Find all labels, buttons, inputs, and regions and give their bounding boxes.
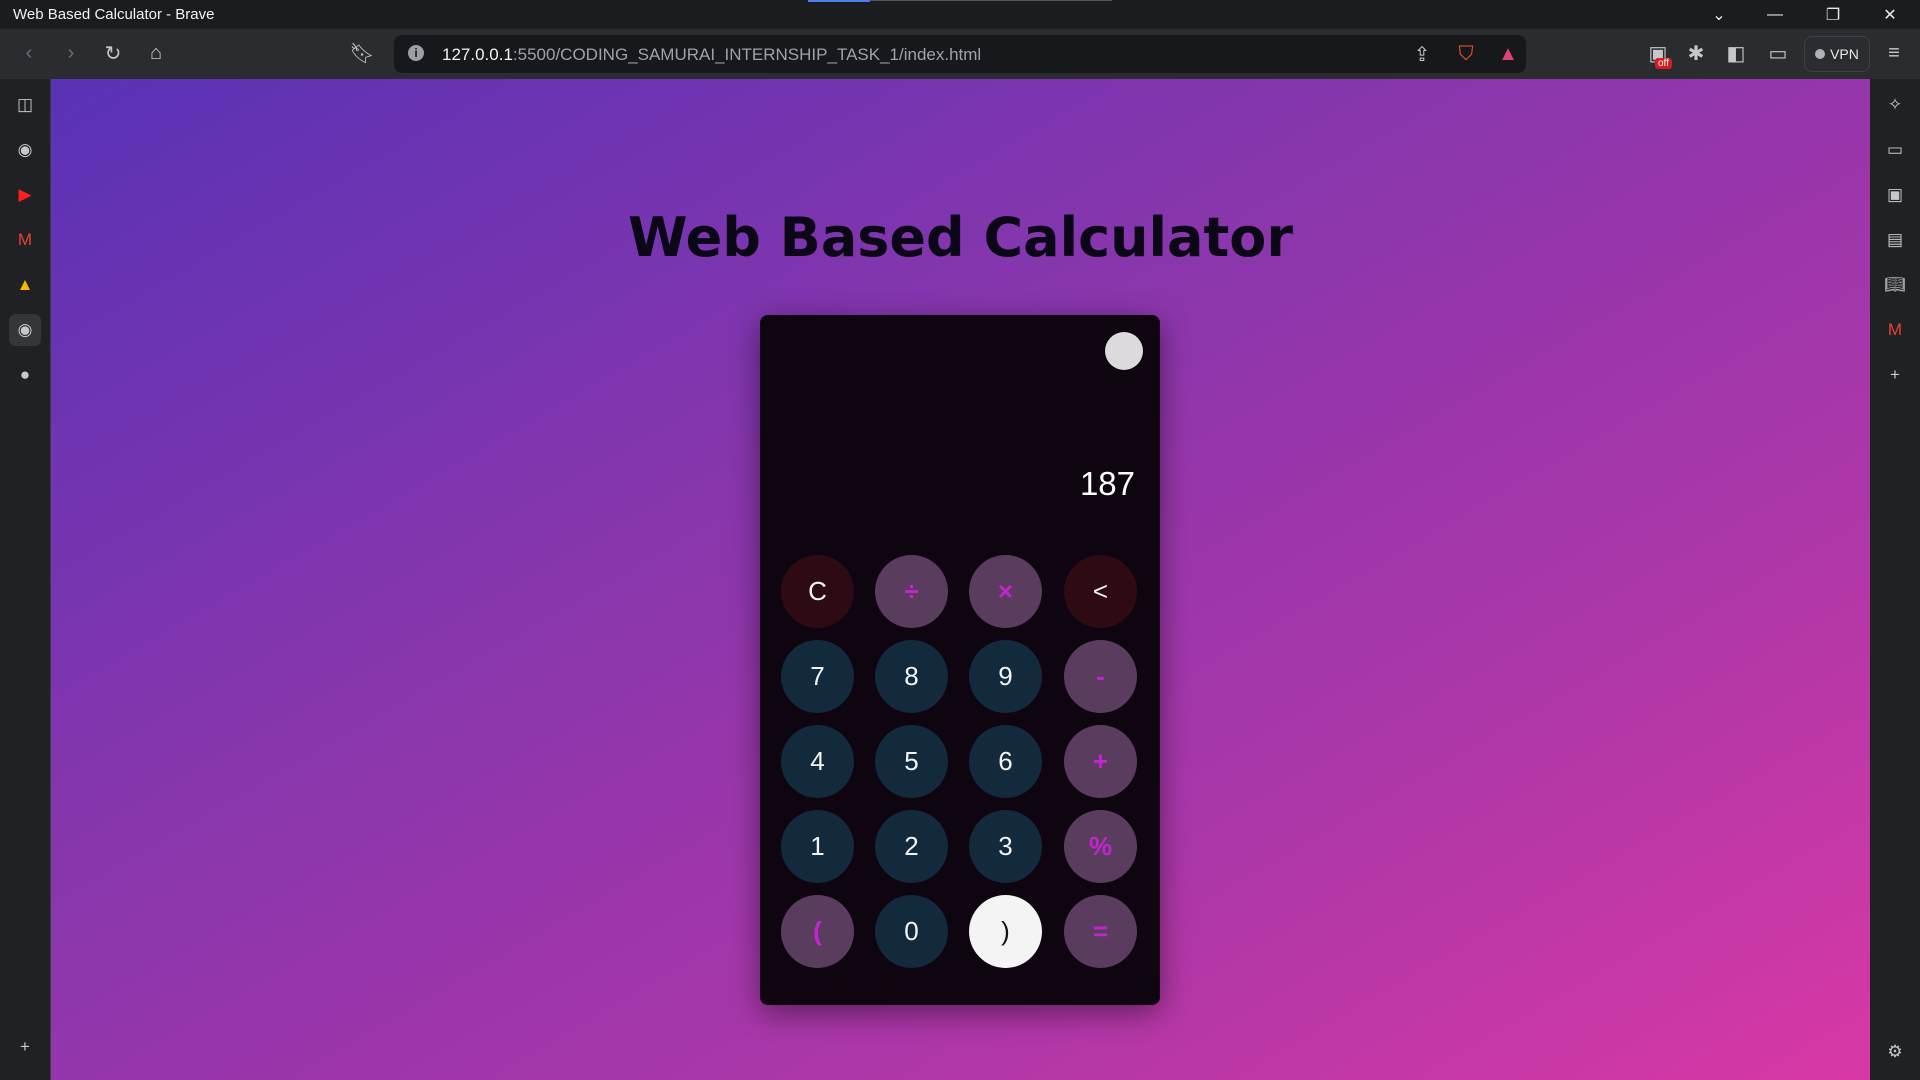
reload-icon[interactable]: ↻ [97, 37, 129, 69]
digit-1-button[interactable]: 1 [781, 810, 854, 883]
vpn-status-icon [1815, 49, 1826, 59]
subtract-button[interactable]: - [1064, 640, 1137, 713]
gmail-icon[interactable]: M [12, 227, 38, 253]
tab-indicator [808, 0, 870, 2]
chevron-down-icon[interactable]: ⌄ [1691, 0, 1747, 29]
window-titlebar: Web Based Calculator - Brave ⌄ — ❐ ✕ [0, 0, 1920, 29]
left-sidebar: ◫ ◉ ▶ M ▲ ◉ ● + [0, 79, 51, 1080]
globe-icon[interactable]: ◉ [12, 137, 38, 163]
page-title: Web Based Calculator [627, 206, 1294, 269]
gmail-sidebar-icon[interactable]: M [1882, 317, 1908, 343]
github-icon[interactable]: ● [12, 362, 38, 388]
multiply-button[interactable]: × [969, 555, 1042, 628]
wallet-icon[interactable]: ▭ [1762, 37, 1794, 69]
brave-shields-icon[interactable]: ⛉ [1450, 38, 1482, 70]
digit-8-button[interactable]: 8 [875, 640, 948, 713]
url-text[interactable]: 127.0.0.1:5500/CODING_SAMURAI_INTERNSHIP… [442, 45, 981, 65]
youtube-icon[interactable]: ▶ [12, 182, 38, 208]
menu-icon[interactable]: ≡ [1878, 37, 1910, 69]
theme-toggle[interactable] [1105, 332, 1143, 370]
tab-strip-edge [870, 0, 1112, 1]
digit-2-button[interactable]: 2 [875, 810, 948, 883]
minimize-icon[interactable]: — [1747, 0, 1803, 29]
equals-button[interactable]: = [1064, 895, 1137, 968]
digit-6-button[interactable]: 6 [969, 725, 1042, 798]
share-icon[interactable]: ⇪ [1406, 38, 1438, 70]
window-title: Web Based Calculator - Brave [13, 6, 215, 23]
right-sidebar: ✧ ▭ ▣ ▤ 📖︎ M + ⚙ [1870, 79, 1920, 1080]
home-icon[interactable]: ⌂ [140, 37, 172, 69]
extensions-icon[interactable]: ✱ [1680, 37, 1712, 69]
sidebar-toggle-icon[interactable]: ◧ [1720, 37, 1752, 69]
add-sidebar-item-icon[interactable]: + [12, 1034, 38, 1060]
divide-button[interactable]: ÷ [875, 555, 948, 628]
site-info-icon[interactable]: i [408, 45, 424, 61]
forward-icon[interactable]: › [55, 37, 87, 69]
calculator: 187 C ÷ × <7 8 9- 4 5 6 +1 2 3% (0) = [760, 315, 1160, 1005]
digit-9-button[interactable]: 9 [969, 640, 1042, 713]
add-button[interactable]: + [1064, 725, 1137, 798]
backspace-button[interactable]: < [1064, 555, 1137, 628]
bookmark-icon[interactable]: 🔖︎ [346, 37, 378, 69]
wallet-sidebar-icon[interactable]: ▣ [1882, 182, 1908, 208]
clear-button[interactable]: C [781, 555, 854, 628]
talk-icon[interactable]: ▭ [1882, 137, 1908, 163]
off-badge: off [1655, 58, 1672, 69]
browser-toolbar: ‹ › ↻ ⌂ 🔖︎ i 127.0.0.1:5500/CODING_SAMUR… [0, 29, 1920, 79]
settings-gear-icon[interactable]: ⚙ [1882, 1039, 1908, 1065]
address-bar[interactable]: i 127.0.0.1:5500/CODING_SAMURAI_INTERNSH… [394, 35, 1526, 73]
reading-list-icon[interactable]: 📖︎ [1882, 272, 1908, 298]
digit-0-button[interactable]: 0 [875, 895, 948, 968]
percent-button[interactable]: % [1064, 810, 1137, 883]
bookmarks-sidebar-icon[interactable]: ▤ [1882, 227, 1908, 253]
url-host: 127.0.0.1 [442, 45, 513, 64]
add-panel-icon[interactable]: + [1882, 362, 1908, 388]
globe-active-icon[interactable]: ◉ [9, 314, 41, 346]
digit-5-button[interactable]: 5 [875, 725, 948, 798]
digit-3-button[interactable]: 3 [969, 810, 1042, 883]
close-icon[interactable]: ✕ [1862, 0, 1918, 29]
back-icon[interactable]: ‹ [13, 37, 45, 69]
sidebar-panel-icon[interactable]: ◫ [12, 92, 38, 118]
close-paren-button[interactable]: ) [969, 895, 1042, 968]
digit-7-button[interactable]: 7 [781, 640, 854, 713]
calculator-display: 187 [1079, 465, 1135, 502]
brave-rewards-icon[interactable]: ▲ [1492, 38, 1524, 70]
page-content: Web Based Calculator 187 C ÷ × <7 8 9- 4 5 6 +1 2 3… [51, 79, 1870, 1080]
open-paren-button[interactable]: ( [781, 895, 854, 968]
vpn-button[interactable]: VPN [1804, 36, 1870, 72]
leo-ai-icon[interactable]: ✧ [1882, 92, 1908, 118]
google-drive-icon[interactable]: ▲ [12, 272, 38, 298]
restore-icon[interactable]: ❐ [1805, 0, 1861, 29]
url-path: :5500/CODING_SAMURAI_INTERNSHIP_TASK_1/i… [512, 45, 982, 64]
digit-4-button[interactable]: 4 [781, 725, 854, 798]
vpn-label: VPN [1830, 46, 1859, 62]
